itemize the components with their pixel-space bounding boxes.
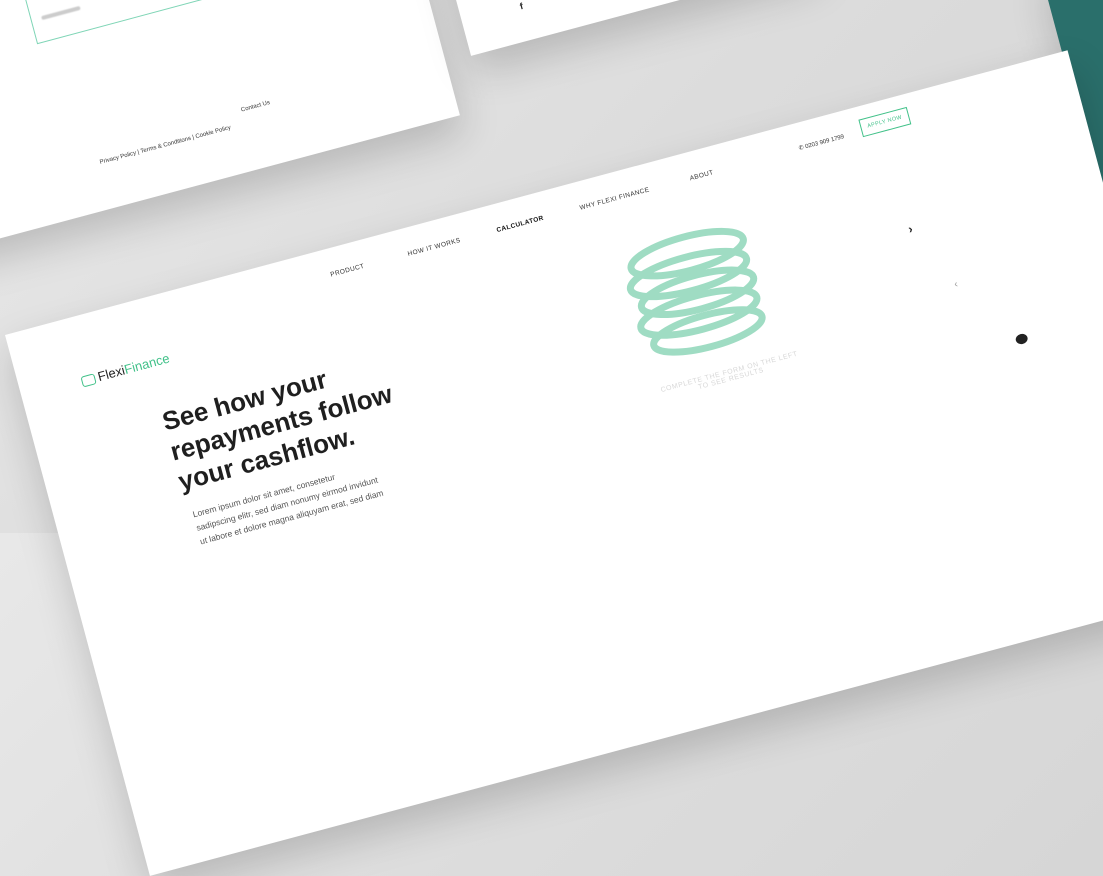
- phone-number[interactable]: ✆ 0203 909 1799: [798, 133, 845, 152]
- footer-links: Privacy Policy | Terms & Conditions | Co…: [99, 125, 232, 166]
- secondary-page-center: f: [440, 0, 819, 56]
- contact-link[interactable]: Contact Us: [241, 100, 271, 113]
- nav-about[interactable]: ABOUT: [689, 169, 714, 182]
- logo-icon: [80, 373, 97, 388]
- form-widget: [12, 0, 204, 45]
- nav-why-flexi-finance[interactable]: WHY FLEXI FINANCE: [579, 186, 650, 211]
- nav-product[interactable]: PRODUCT: [330, 263, 366, 279]
- brand-logo[interactable]: FlexiFinance: [80, 351, 171, 389]
- cookie-link[interactable]: Cookie Policy: [195, 125, 232, 140]
- terms-link[interactable]: Terms & Conditions: [140, 136, 192, 155]
- secondary-page-left: Privacy Policy | Terms & Conditions | Co…: [0, 0, 460, 250]
- nav-how-it-works[interactable]: HOW IT WORKS: [407, 237, 461, 258]
- nav-calculator[interactable]: CALCULATOR: [496, 215, 545, 234]
- prev-arrow[interactable]: ‹: [953, 279, 959, 290]
- next-arrow[interactable]: ›: [907, 222, 914, 237]
- privacy-link[interactable]: Privacy Policy: [99, 150, 137, 165]
- apply-now-button[interactable]: APPLY NOW: [858, 106, 912, 138]
- coil-illustration: [626, 227, 766, 356]
- chat-icon[interactable]: [1014, 332, 1029, 346]
- facebook-icon[interactable]: f: [519, 1, 524, 11]
